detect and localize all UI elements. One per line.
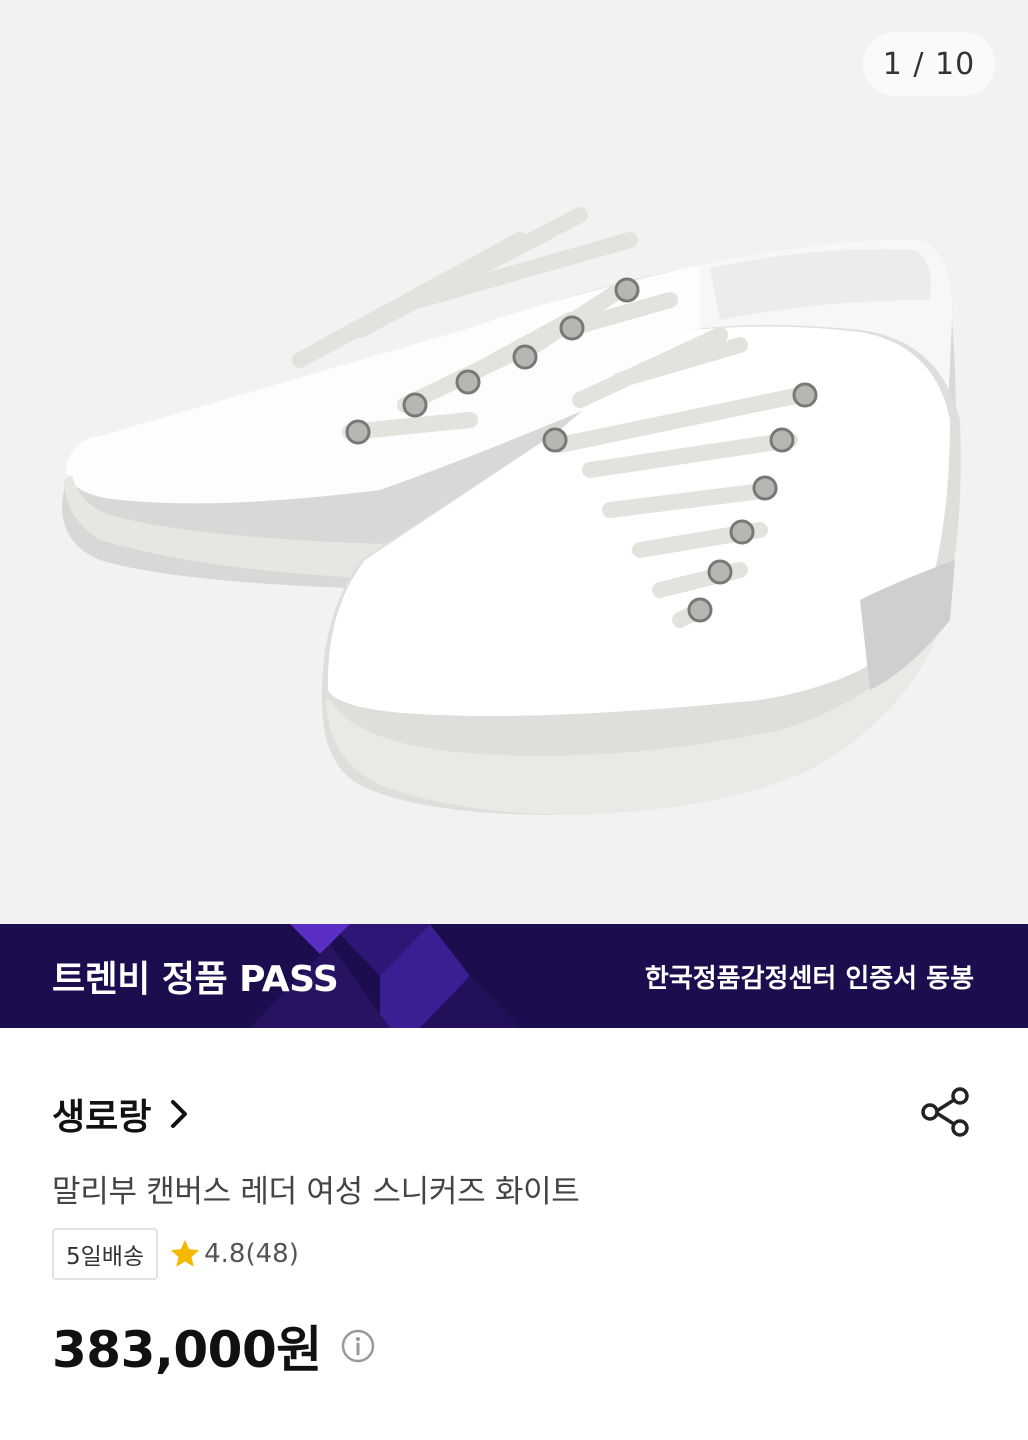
product-tags: 5일배송 4.8(48): [52, 1228, 299, 1280]
info-icon[interactable]: [340, 1328, 376, 1364]
share-icon[interactable]: [918, 1084, 974, 1140]
delivery-badge: 5일배송: [52, 1228, 159, 1280]
star-icon: [170, 1239, 200, 1267]
brand-name: 생로랑: [52, 1097, 152, 1138]
price-row: 383,000원: [52, 1314, 376, 1379]
banner-title: 트렌비 정품 PASS: [52, 959, 339, 1000]
image-counter: 1 / 10: [863, 32, 995, 96]
banner-subtitle: 한국정품감정센터 인증서 동봉: [644, 963, 974, 994]
product-title: 말리부 캔버스 레더 여성 스니커즈 화이트: [52, 1174, 580, 1210]
authenticity-banner[interactable]: 트렌비 정품 PASS 한국정품감정센터 인증서 동봉: [0, 924, 1028, 1028]
product-image: [62, 207, 961, 815]
product-image-gallery[interactable]: 1 / 10: [0, 0, 1028, 924]
chevron-right-icon: [171, 1100, 188, 1128]
brand-link[interactable]: 생로랑: [52, 1086, 193, 1142]
rating-text: 4.8(48): [204, 1239, 299, 1269]
price: 383,000원: [52, 1321, 322, 1379]
rating[interactable]: 4.8(48): [168, 1237, 299, 1271]
